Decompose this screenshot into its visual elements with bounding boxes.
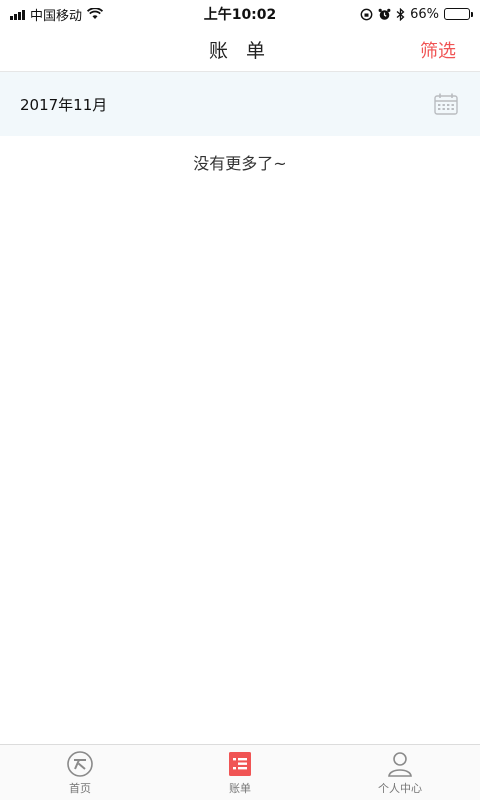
- bill-screen: 中国移动 上午10:02 66% 账 单 筛选 2017年11月 没有更多了~ …: [0, 0, 480, 800]
- tab-home-label: 首页: [69, 781, 91, 795]
- tab-profile-label: 个人中心: [378, 781, 422, 795]
- calendar-icon[interactable]: [434, 93, 458, 115]
- filter-button[interactable]: 筛选: [420, 37, 456, 63]
- bill-icon: [229, 751, 251, 776]
- home-icon: [67, 750, 93, 777]
- user-icon: [388, 751, 412, 777]
- no-more-message: 没有更多了~: [193, 154, 287, 173]
- tab-home[interactable]: 首页: [0, 745, 160, 800]
- tab-bill-label: 账单: [229, 781, 251, 795]
- tab-profile[interactable]: 个人中心: [320, 745, 480, 800]
- tab-bar: 首页 账单 个人中心: [0, 744, 480, 800]
- status-bar: 中国移动 上午10:02 66%: [0, 0, 480, 28]
- tab-bill[interactable]: 账单: [160, 745, 320, 800]
- page-title: 账 单: [208, 40, 272, 62]
- nav-bar: 账 单 筛选: [0, 28, 480, 72]
- status-time: 上午10:02: [203, 7, 277, 23]
- month-header: 2017年11月: [0, 72, 480, 136]
- battery-icon: [444, 8, 473, 20]
- month-label: 2017年11月: [20, 95, 108, 114]
